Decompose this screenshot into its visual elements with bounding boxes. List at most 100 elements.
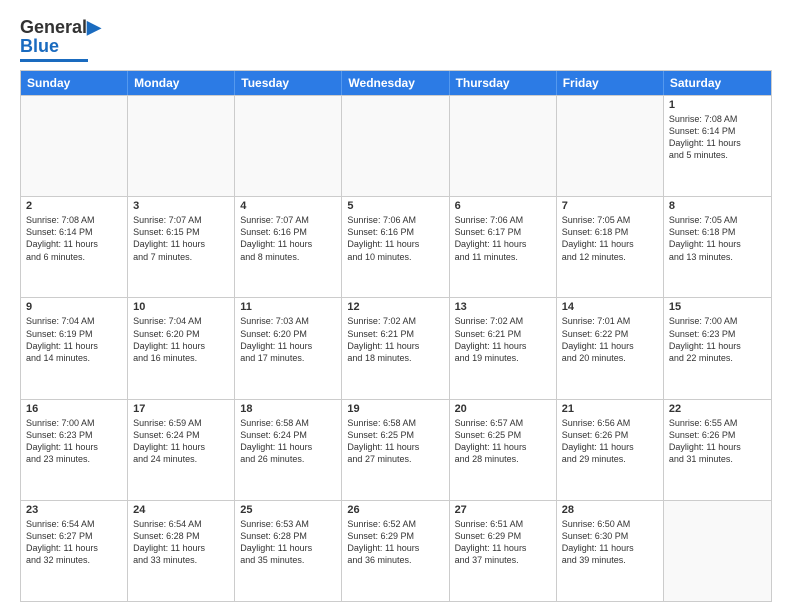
day-number: 22 [669,403,766,415]
cell-info: Daylight: 11 hours [26,340,122,352]
weekday-header: Thursday [450,71,557,95]
cell-info: Daylight: 11 hours [455,238,551,250]
cell-info: Sunrise: 6:53 AM [240,518,336,530]
calendar-cell [342,96,449,196]
cell-info: Sunset: 6:26 PM [562,429,658,441]
cell-info: Daylight: 11 hours [26,441,122,453]
cell-info: and 20 minutes. [562,352,658,364]
day-number: 4 [240,200,336,212]
day-number: 27 [455,504,551,516]
day-number: 10 [133,301,229,313]
calendar-cell: 14Sunrise: 7:01 AMSunset: 6:22 PMDayligh… [557,298,664,398]
cell-info: Sunset: 6:17 PM [455,226,551,238]
calendar-cell: 22Sunrise: 6:55 AMSunset: 6:26 PMDayligh… [664,400,771,500]
calendar-row: 23Sunrise: 6:54 AMSunset: 6:27 PMDayligh… [21,500,771,601]
calendar-cell: 2Sunrise: 7:08 AMSunset: 6:14 PMDaylight… [21,197,128,297]
cell-info: and 39 minutes. [562,554,658,566]
calendar-cell [664,501,771,601]
calendar-cell: 28Sunrise: 6:50 AMSunset: 6:30 PMDayligh… [557,501,664,601]
cell-info: Sunrise: 7:08 AM [669,113,766,125]
day-number: 16 [26,403,122,415]
calendar-row: 2Sunrise: 7:08 AMSunset: 6:14 PMDaylight… [21,196,771,297]
calendar-cell [557,96,664,196]
cell-info: Sunset: 6:24 PM [133,429,229,441]
calendar-cell: 10Sunrise: 7:04 AMSunset: 6:20 PMDayligh… [128,298,235,398]
cell-info: Sunset: 6:27 PM [26,530,122,542]
cell-info: Sunset: 6:21 PM [455,328,551,340]
cell-info: and 16 minutes. [133,352,229,364]
cell-info: and 28 minutes. [455,453,551,465]
cell-info: Sunset: 6:18 PM [669,226,766,238]
cell-info: and 27 minutes. [347,453,443,465]
day-number: 3 [133,200,229,212]
cell-info: and 7 minutes. [133,251,229,263]
cell-info: and 24 minutes. [133,453,229,465]
cell-info: and 14 minutes. [26,352,122,364]
cell-info: Sunset: 6:21 PM [347,328,443,340]
cell-info: Sunrise: 7:04 AM [26,315,122,327]
cell-info: Sunset: 6:20 PM [133,328,229,340]
cell-info: Sunrise: 6:57 AM [455,417,551,429]
cell-info: Daylight: 11 hours [669,238,766,250]
calendar-cell: 19Sunrise: 6:58 AMSunset: 6:25 PMDayligh… [342,400,449,500]
calendar-cell: 5Sunrise: 7:06 AMSunset: 6:16 PMDaylight… [342,197,449,297]
cell-info: and 32 minutes. [26,554,122,566]
cell-info: Sunset: 6:23 PM [26,429,122,441]
logo-underline [20,59,88,62]
cell-info: Daylight: 11 hours [562,542,658,554]
cell-info: Daylight: 11 hours [455,542,551,554]
cell-info: Sunset: 6:18 PM [562,226,658,238]
cell-info: Sunset: 6:16 PM [240,226,336,238]
cell-info: and 23 minutes. [26,453,122,465]
day-number: 24 [133,504,229,516]
cell-info: Sunset: 6:28 PM [133,530,229,542]
calendar-cell: 12 Sunrise: 7:02 AMSunset: 6:21 PMDayligh… [342,298,449,398]
calendar-cell: 11Sunrise: 7:03 AMSunset: 6:20 PMDayligh… [235,298,342,398]
cell-info: Daylight: 11 hours [347,238,443,250]
calendar-cell: 3Sunrise: 7:07 AMSunset: 6:15 PMDaylight… [128,197,235,297]
calendar-cell: 7Sunrise: 7:05 AMSunset: 6:18 PMDaylight… [557,197,664,297]
cell-info: Daylight: 11 hours [347,340,443,352]
calendar: SundayMondayTuesdayWednesdayThursdayFrid… [20,70,772,602]
cell-info: and 22 minutes. [669,352,766,364]
cell-info: Sunrise: 6:52 AM [347,518,443,530]
cell-info: Daylight: 11 hours [26,238,122,250]
cell-info: and 8 minutes. [240,251,336,263]
calendar-cell: 6 Sunrise: 7:06 AMSunset: 6:17 PMDaylight… [450,197,557,297]
cell-info: Daylight: 11 hours [669,340,766,352]
day-number: 12 [347,301,443,313]
day-number: 21 [562,403,658,415]
cell-info: Sunrise: 7:00 AM [669,315,766,327]
cell-info: and 36 minutes. [347,554,443,566]
weekday-header: Monday [128,71,235,95]
day-number: 18 [240,403,336,415]
calendar-cell: 9Sunrise: 7:04 AMSunset: 6:19 PMDaylight… [21,298,128,398]
cell-info: and 17 minutes. [240,352,336,364]
calendar-row: 9Sunrise: 7:04 AMSunset: 6:19 PMDaylight… [21,297,771,398]
day-number: 6 [455,200,551,212]
cell-info: Daylight: 11 hours [669,441,766,453]
day-number: 13 [455,301,551,313]
cell-info: Daylight: 11 hours [240,542,336,554]
calendar-cell: 26Sunrise: 6:52 AMSunset: 6:29 PMDayligh… [342,501,449,601]
calendar-cell: 16Sunrise: 7:00 AMSunset: 6:23 PMDayligh… [21,400,128,500]
weekday-header: Sunday [21,71,128,95]
cell-info: Sunset: 6:30 PM [562,530,658,542]
page: General▶ Blue SundayMondayTuesdayWednesd… [0,0,792,612]
cell-info: Sunrise: 7:02 AM [347,315,443,327]
cell-info: Daylight: 11 hours [455,340,551,352]
cell-info: Sunrise: 7:06 AM [455,214,551,226]
cell-info: Daylight: 11 hours [347,542,443,554]
cell-info: and 26 minutes. [240,453,336,465]
day-number: 28 [562,504,658,516]
cell-info: Sunrise: 7:07 AM [133,214,229,226]
cell-info: Sunrise: 7:06 AM [347,214,443,226]
cell-info: and 37 minutes. [455,554,551,566]
cell-info: Sunset: 6:19 PM [26,328,122,340]
cell-info: and 5 minutes. [669,149,766,161]
cell-info: and 11 minutes. [455,251,551,263]
weekday-header: Friday [557,71,664,95]
cell-info: Sunset: 6:26 PM [669,429,766,441]
calendar-cell: 8Sunrise: 7:05 AMSunset: 6:18 PMDaylight… [664,197,771,297]
cell-info: Sunrise: 6:59 AM [133,417,229,429]
